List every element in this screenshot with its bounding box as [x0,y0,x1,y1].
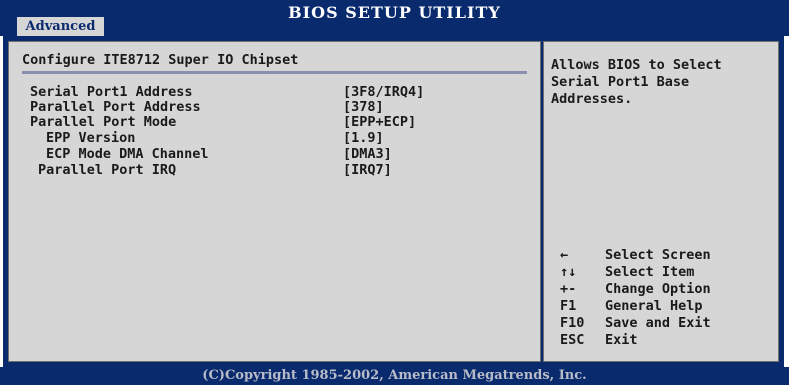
help-text: Allows BIOS to Select Serial Port1 Base … [551,57,773,108]
copyright-text: (C)Copyright 1985-2002, American Megatre… [202,368,587,383]
key-row-exit: ESC Exit [560,332,770,349]
help-line: Allows BIOS to Select [551,57,722,73]
key-row-change-option: +- Change Option [560,281,770,298]
setting-epp-version[interactable]: EPP Version [1.9] [46,130,506,147]
tab-advanced[interactable]: Advanced [17,17,104,36]
setting-parallel-port-mode[interactable]: Parallel Port Mode [EPP+ECP] [30,114,510,131]
left-arrow-icon: ← [560,247,569,263]
title-bar: BIOS SETUP UTILITY Advanced [0,0,789,36]
key-label: +- [560,281,577,297]
setting-value[interactable]: [EPP+ECP] [343,114,416,131]
key-desc: General Help [605,298,703,314]
key-row-save-exit: F10 Save and Exit [560,315,770,332]
key-desc: Exit [605,332,638,348]
help-line: Addresses. [551,91,633,107]
setting-label: ECP Mode DMA Channel [46,146,209,162]
key-label: ESC [560,332,585,348]
help-line: Serial Port1 Base [551,74,690,90]
bios-title: BIOS SETUP UTILITY [288,3,501,22]
page-heading: Configure ITE8712 Super IO Chipset [22,52,299,68]
setting-value[interactable]: [IRQ7] [343,162,392,179]
key-row-general-help: F1 General Help [560,298,770,315]
setting-label: EPP Version [46,130,136,146]
key-desc: Change Option [605,281,711,297]
heading-divider [22,71,527,74]
setting-label: Parallel Port Mode [30,114,177,130]
key-desc: Save and Exit [605,315,711,331]
status-bar: (C)Copyright 1985-2002, American Megatre… [0,367,789,385]
setting-ecp-mode-dma-channel[interactable]: ECP Mode DMA Channel [DMA3] [46,146,506,163]
key-row-select-item: ↑↓ Select Item [560,264,770,281]
key-label: F1 [560,298,577,314]
setting-label: Parallel Port IRQ [38,162,177,178]
key-desc: Select Screen [605,247,711,263]
setting-value[interactable]: [1.9] [343,130,384,147]
setting-value[interactable]: [DMA3] [343,146,392,163]
up-down-arrow-icon: ↑↓ [560,264,577,280]
setting-parallel-port-irq[interactable]: Parallel Port IRQ [IRQ7] [38,162,508,179]
key-row-select-screen: ← Select Screen [560,247,770,264]
key-legend: ← Select Screen ↑↓ Select Item +- Change… [560,247,770,349]
key-label: F10 [560,315,585,331]
key-desc: Select Item [605,264,695,280]
